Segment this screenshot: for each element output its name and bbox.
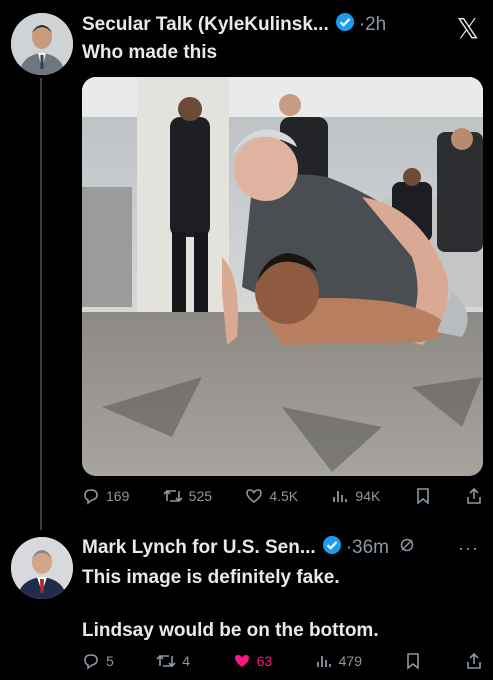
x-logo-icon[interactable]: 𝕏: [456, 12, 479, 45]
verified-badge-icon: [322, 535, 342, 560]
timestamp[interactable]: ·36m: [346, 537, 389, 559]
author-name[interactable]: Secular Talk (KyleKulinsk...: [82, 14, 329, 36]
avatar[interactable]: [11, 537, 73, 599]
like-button[interactable]: 4.5K: [245, 487, 298, 505]
like-button[interactable]: 63: [233, 652, 273, 670]
timestamp[interactable]: ·2h: [359, 14, 386, 36]
repost-icon: [156, 654, 176, 668]
share-icon: [467, 487, 481, 504]
views-button[interactable]: 94K: [331, 487, 380, 505]
verified-badge-icon: [335, 12, 355, 37]
like-icon: [246, 489, 263, 503]
views-count: 479: [338, 653, 362, 669]
views-button[interactable]: 479: [315, 652, 362, 670]
repost-count: 4: [182, 653, 191, 669]
reply-icon: [84, 489, 98, 505]
reply-button[interactable]: 169: [82, 487, 129, 505]
tweet-image[interactable]: [82, 77, 483, 476]
tweet-text: Who made this: [82, 42, 218, 63]
tweet-header: Secular Talk (KyleKulinsk... ·2h: [82, 12, 386, 37]
tweet-text-line1: This image is definitely fake.: [82, 567, 340, 588]
share-button[interactable]: [465, 652, 483, 670]
bookmark-button[interactable]: [404, 652, 422, 670]
share-button[interactable]: [465, 487, 483, 505]
tweet-text-line2: Lindsay would be on the bottom.: [82, 620, 379, 641]
avatar[interactable]: [11, 13, 73, 75]
repost-button[interactable]: 4: [156, 652, 190, 670]
like-count: 63: [256, 653, 273, 669]
tweet-header: Mark Lynch for U.S. Sen... ·36m: [82, 535, 415, 560]
bookmark-icon: [407, 653, 420, 670]
reply-count: 5: [106, 653, 114, 669]
more-icon[interactable]: ···: [458, 538, 479, 559]
repost-button[interactable]: 525: [163, 487, 212, 505]
reply-count: 169: [106, 488, 130, 504]
views-icon: [316, 656, 331, 667]
like-count: 4.5K: [269, 488, 299, 504]
bookmark-button[interactable]: [414, 487, 432, 505]
share-icon: [467, 652, 481, 669]
thread-connector: [40, 78, 42, 530]
like-icon: [234, 655, 249, 667]
reply-icon: [84, 654, 98, 670]
bookmark-icon: [416, 488, 429, 505]
reply-button[interactable]: 5: [82, 652, 114, 670]
repost-icon: [163, 489, 183, 503]
grok-icon[interactable]: [399, 537, 415, 558]
views-icon: [333, 491, 348, 502]
tweet-actions: 169 525 4.5K 94K: [82, 487, 483, 505]
repost-count: 525: [188, 488, 213, 504]
author-name[interactable]: Mark Lynch for U.S. Sen...: [82, 537, 316, 559]
tweet-actions: 5 4 63 479: [82, 652, 483, 670]
views-count: 94K: [355, 488, 381, 504]
